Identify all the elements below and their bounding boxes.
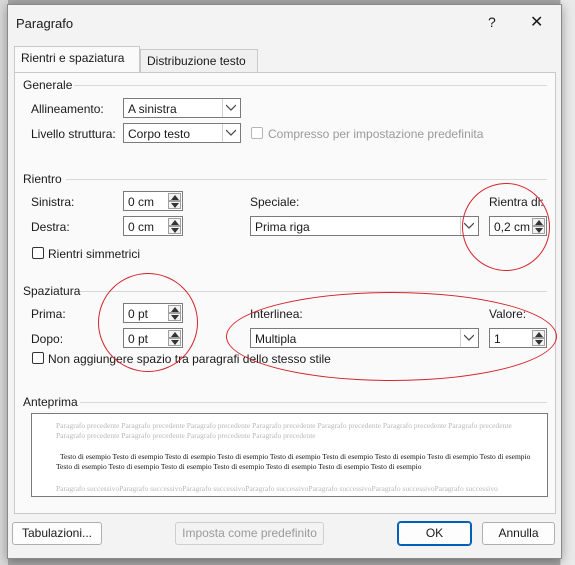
spin-up-icon[interactable]: [168, 305, 181, 313]
allineamento-dropdown[interactable]: A sinistra: [123, 98, 241, 118]
interlinea-dropdown[interactable]: Multipla: [250, 328, 479, 348]
valore-label: Valore:: [489, 307, 527, 321]
chevron-down-icon: [460, 329, 478, 347]
interlinea-label: Interlinea:: [250, 307, 303, 321]
compresso-checkbox[interactable]: [251, 127, 263, 139]
dopo-value: 0 pt: [128, 332, 149, 346]
help-icon[interactable]: ?: [488, 14, 496, 30]
spin-up-icon[interactable]: [168, 193, 181, 201]
prima-value: 0 pt: [128, 307, 149, 321]
preview-previous-paragraph: Paragrafo precedente Paragrafo precedent…: [56, 421, 512, 440]
section-spaziatura: Spaziatura: [23, 284, 81, 298]
destra-spinner[interactable]: 0 cm: [123, 216, 183, 236]
rientra-value: 0,2 cm: [494, 220, 531, 234]
destra-label: Destra:: [31, 220, 70, 234]
prima-label: Prima:: [31, 307, 66, 321]
paragraph-dialog: Paragrafo ? ✕ Rientri e spaziatura Distr…: [7, 4, 562, 559]
rientra-spinner[interactable]: 0,2 cm: [489, 216, 547, 236]
simmetrici-label: Rientri simmetrici: [48, 247, 141, 261]
speciale-dropdown[interactable]: Prima riga: [250, 216, 479, 236]
dopo-spinner[interactable]: 0 pt: [123, 328, 183, 348]
compresso-label: Compresso per impostazione predefinita: [268, 127, 484, 141]
spin-down-icon[interactable]: [532, 338, 545, 346]
close-icon[interactable]: ✕: [530, 12, 543, 32]
livello-label: Livello struttura:: [31, 127, 116, 141]
interlinea-value: Multipla: [255, 332, 297, 346]
divider: [80, 291, 547, 292]
destra-value: 0 cm: [128, 220, 155, 234]
allineamento-value: A sinistra: [128, 102, 177, 116]
preview-next-paragraph: Paragrafo successivoParagrafo successivo…: [56, 484, 498, 493]
simmetrici-checkbox[interactable]: [32, 247, 44, 259]
speciale-value: Prima riga: [255, 220, 310, 234]
spin-up-icon[interactable]: [168, 218, 181, 226]
divider: [80, 402, 547, 403]
livello-value: Corpo testo: [128, 127, 191, 141]
section-anteprima: Anteprima: [23, 395, 78, 409]
preview-sample-text: Testo di esempio Testo di esempio Testo …: [56, 452, 531, 471]
divider: [74, 85, 547, 86]
title-bar: Paragrafo ? ✕: [8, 5, 561, 39]
non-aggiungere-checkbox[interactable]: [32, 352, 44, 364]
spin-down-icon[interactable]: [168, 313, 181, 321]
chevron-down-icon: [222, 124, 240, 142]
sinistra-label: Sinistra:: [31, 195, 75, 209]
spin-up-icon[interactable]: [532, 218, 545, 226]
preview-box: Paragrafo precedente Paragrafo precedent…: [31, 413, 548, 497]
prima-spinner[interactable]: 0 pt: [123, 303, 183, 323]
valore-spinner[interactable]: 1: [489, 328, 547, 348]
non-aggiungere-label: Non aggiungere spazio tra paragrafi dell…: [48, 352, 331, 366]
chevron-down-icon: [460, 217, 478, 235]
tab-distribuzione-testo[interactable]: Distribuzione testo: [140, 49, 258, 73]
sinistra-spinner[interactable]: 0 cm: [123, 191, 183, 211]
tabulazioni-button[interactable]: Tabulazioni...: [12, 522, 102, 545]
dialog-title: Paragrafo: [16, 16, 74, 31]
spin-down-icon[interactable]: [168, 338, 181, 346]
spin-up-icon[interactable]: [532, 330, 545, 338]
dopo-label: Dopo:: [31, 332, 64, 346]
section-generale: Generale: [23, 78, 73, 92]
spin-down-icon[interactable]: [168, 226, 181, 234]
annulla-button[interactable]: Annulla: [482, 522, 555, 545]
background-scrollbar[interactable]: [560, 0, 575, 565]
spin-down-icon[interactable]: [532, 226, 545, 234]
imposta-predefinito-button[interactable]: Imposta come predefinito: [175, 522, 324, 545]
valore-value: 1: [494, 332, 501, 346]
speciale-label: Speciale:: [250, 195, 300, 209]
sinistra-value: 0 cm: [128, 195, 155, 209]
chevron-down-icon: [222, 99, 240, 117]
livello-dropdown[interactable]: Corpo testo: [123, 123, 241, 143]
allineamento-label: Allineamento:: [31, 102, 104, 116]
ok-button[interactable]: OK: [397, 521, 472, 546]
section-rientro: Rientro: [23, 172, 62, 186]
tab-rientri-spaziatura[interactable]: Rientri e spaziatura: [14, 46, 140, 73]
divider: [66, 179, 547, 180]
spin-down-icon[interactable]: [168, 201, 181, 209]
rientra-label: Rientra di:: [489, 195, 544, 209]
spin-up-icon[interactable]: [168, 330, 181, 338]
